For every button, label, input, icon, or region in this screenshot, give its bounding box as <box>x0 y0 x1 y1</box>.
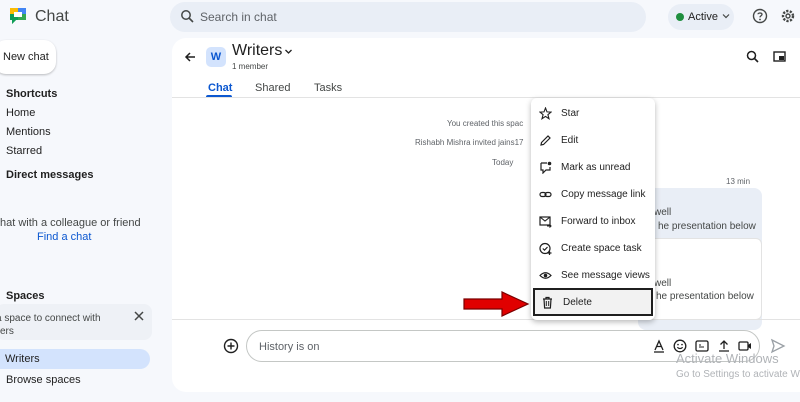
trash-icon <box>543 296 552 309</box>
settings-icon[interactable] <box>780 8 796 24</box>
status-dropdown[interactable]: Active <box>668 4 734 30</box>
text-format-icon[interactable] <box>652 339 666 353</box>
pencil-icon <box>540 135 551 146</box>
menu-item-label: See message views <box>561 270 650 281</box>
menu-item-delete[interactable]: Delete <box>533 288 653 316</box>
spaces-heading[interactable]: Spaces <box>6 290 45 302</box>
tab-chat[interactable]: Chat <box>208 82 232 94</box>
message-text: well <box>654 278 672 289</box>
sidebar-item-browse-spaces[interactable]: Browse spaces <box>6 374 81 386</box>
tab-tasks[interactable]: Tasks <box>314 82 342 94</box>
forward-mail-icon <box>539 216 552 228</box>
menu-item-star[interactable]: Star <box>531 101 655 127</box>
sidebar-item-home[interactable]: Home <box>6 107 35 119</box>
system-message: Rishabh Mishra invited jains17 <box>415 138 524 147</box>
sidebar-item-starred[interactable]: Starred <box>6 145 42 157</box>
watermark-title: Activate Windows <box>676 351 779 366</box>
menu-item-forward-inbox[interactable]: Forward to inbox <box>531 209 655 235</box>
link-icon <box>539 191 552 198</box>
search-icon[interactable] <box>180 9 194 23</box>
menu-item-label: Edit <box>561 135 579 146</box>
menu-item-label: Forward to inbox <box>561 216 636 227</box>
message-text: well <box>654 207 672 218</box>
day-divider: Today <box>492 158 514 167</box>
space-avatar: W <box>206 47 226 67</box>
search-input[interactable] <box>200 8 620 26</box>
menu-item-copy-link[interactable]: Copy message link <box>531 182 655 208</box>
eye-icon <box>539 272 552 279</box>
spaces-promo-card: a space to connect with ers <box>0 304 152 340</box>
find-chat-link[interactable]: Find a chat <box>37 231 91 243</box>
mark-unread-icon <box>540 161 552 174</box>
menu-item-label: Mark as unread <box>561 162 631 173</box>
tab-divider <box>172 97 800 98</box>
top-bar: Chat Active <box>0 0 800 34</box>
menu-item-mark-unread[interactable]: Mark as unread <box>531 155 655 181</box>
menu-item-label: Star <box>561 108 580 119</box>
system-message: You created this spac <box>447 119 524 128</box>
back-arrow-icon[interactable] <box>184 51 196 63</box>
menu-item-label: Create space task <box>561 243 642 254</box>
space-panel: W Writers 1 member Chat Shared Tasks You… <box>172 38 800 392</box>
status-dot <box>676 13 684 21</box>
chevron-down-icon[interactable] <box>284 47 293 56</box>
message-context-menu: Star Edit Mark as unread Copy message li… <box>531 98 655 320</box>
chevron-down-icon <box>722 14 730 19</box>
sidebar-item-label: Writers <box>5 353 40 365</box>
search-icon[interactable] <box>746 50 759 63</box>
add-circle-icon[interactable] <box>223 338 239 354</box>
search-bar[interactable] <box>170 2 646 32</box>
message-timestamp: 13 min <box>726 177 751 186</box>
shortcuts-heading[interactable]: Shortcuts <box>6 88 57 100</box>
sidebar-item-mentions[interactable]: Mentions <box>6 126 51 138</box>
spaces-promo-text-2: ers <box>0 326 14 337</box>
new-chat-label: New chat <box>3 51 49 63</box>
composer-divider <box>172 319 800 320</box>
star-icon <box>539 107 552 120</box>
menu-item-message-views[interactable]: See message views <box>531 263 655 289</box>
menu-item-create-task[interactable]: Create space task <box>531 236 655 262</box>
close-icon[interactable] <box>134 311 144 321</box>
app-title: Chat <box>35 8 69 25</box>
task-add-icon <box>539 242 552 255</box>
direct-messages-heading[interactable]: Direct messages <box>6 169 93 181</box>
message-text: he presentation below <box>656 291 754 302</box>
member-count: 1 member <box>232 62 269 71</box>
help-icon[interactable] <box>752 8 768 24</box>
spaces-promo-text: a space to connect with <box>0 313 101 324</box>
menu-item-label: Copy message link <box>561 189 646 200</box>
message-text: he presentation below <box>658 221 756 232</box>
space-title[interactable]: Writers <box>232 42 282 60</box>
menu-item-label: Delete <box>563 297 592 308</box>
dm-empty-text: hat with a colleague or friend <box>0 217 141 229</box>
status-label: Active <box>688 11 718 23</box>
watermark-subtitle: Go to Settings to activate Wi <box>676 369 800 380</box>
menu-item-edit[interactable]: Edit <box>531 128 655 154</box>
annotation-arrow-icon <box>463 291 530 317</box>
picture-in-picture-icon[interactable] <box>773 50 786 63</box>
message-input[interactable] <box>259 339 639 355</box>
sidebar-item-writers[interactable]: Writers <box>0 349 150 369</box>
tab-shared[interactable]: Shared <box>255 82 290 94</box>
google-chat-logo-icon[interactable] <box>8 6 28 26</box>
new-chat-button[interactable]: New chat <box>0 40 56 74</box>
